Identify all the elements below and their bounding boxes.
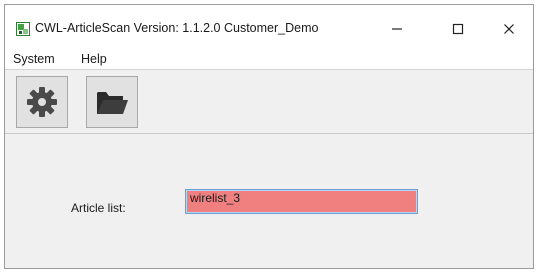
menu-system[interactable]: System	[13, 52, 55, 66]
window-title: CWL-ArticleScan Version: 1.1.2.0 Custome…	[35, 21, 319, 35]
minimize-button[interactable]	[380, 17, 414, 41]
maximize-button[interactable]	[441, 17, 475, 41]
gear-icon	[27, 87, 57, 117]
app-icon	[16, 22, 30, 36]
main-panel: Article list:	[5, 134, 533, 268]
title-bar[interactable]: CWL-ArticleScan Version: 1.1.2.0 Custome…	[5, 5, 533, 45]
menu-bar: System Help	[5, 45, 533, 70]
settings-button[interactable]	[16, 76, 68, 128]
article-list-label: Article list:	[71, 201, 126, 215]
app-window: CWL-ArticleScan Version: 1.1.2.0 Custome…	[4, 4, 534, 269]
menu-help[interactable]: Help	[81, 52, 107, 66]
close-icon	[504, 24, 514, 34]
maximize-icon	[452, 23, 464, 35]
folder-icon	[97, 92, 128, 114]
toolbar	[5, 70, 533, 134]
article-list-input[interactable]	[185, 189, 418, 214]
open-folder-button[interactable]	[86, 76, 138, 128]
minimize-icon	[392, 28, 402, 30]
close-button[interactable]	[492, 17, 526, 41]
